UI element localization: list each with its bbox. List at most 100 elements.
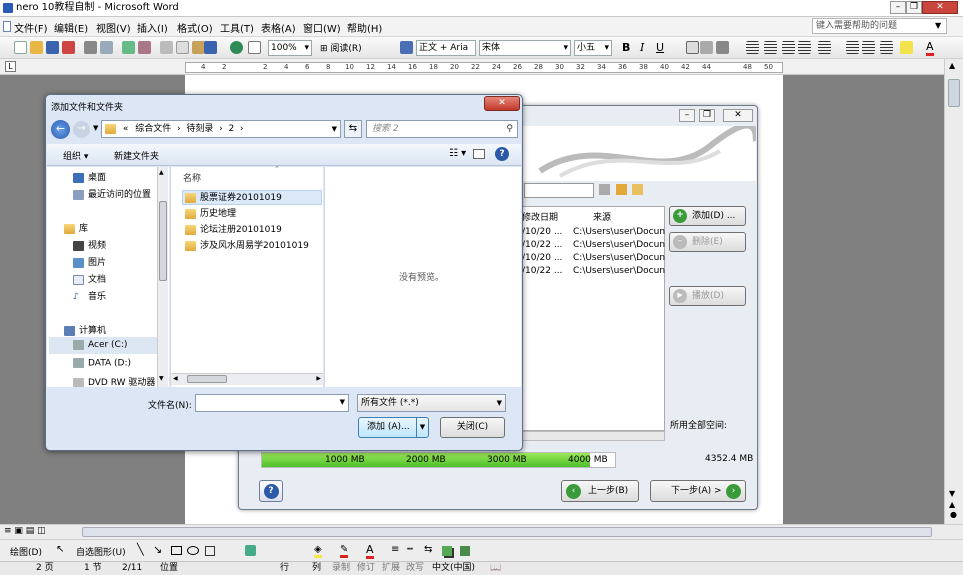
new-doc-icon[interactable] bbox=[14, 41, 27, 54]
hscroll-thumb[interactable] bbox=[187, 375, 227, 383]
research-icon[interactable] bbox=[138, 41, 151, 54]
textbox-icon[interactable] bbox=[205, 546, 215, 556]
nav-item-videos[interactable]: 视频 bbox=[73, 238, 106, 251]
close-dialog-button[interactable]: 关闭(C) bbox=[440, 417, 505, 438]
vertical-scrollbar[interactable]: ▲ ▼ ▲ ● bbox=[944, 59, 963, 524]
nav-item-music[interactable]: ♪ 音乐 bbox=[73, 289, 106, 302]
breadcrumb-separator-icon[interactable]: › bbox=[237, 124, 244, 134]
indent-icon[interactable] bbox=[880, 41, 893, 54]
list-item[interactable]: 历史地理 bbox=[185, 207, 236, 222]
menu-table[interactable]: 表格(A) bbox=[261, 20, 296, 35]
forward-icon[interactable]: → bbox=[73, 121, 90, 138]
nav-scroll-thumb[interactable] bbox=[159, 201, 167, 281]
hscroll-thumb[interactable] bbox=[82, 527, 932, 537]
style-select[interactable]: 正文 + Aria bbox=[416, 40, 476, 56]
minimize-button[interactable]: – bbox=[890, 1, 906, 14]
nero-add-button[interactable]: + 添加(D) ... bbox=[669, 206, 746, 226]
line-icon[interactable]: ╲ bbox=[137, 543, 144, 556]
align-right-icon[interactable] bbox=[782, 41, 795, 54]
save-icon[interactable] bbox=[46, 41, 59, 54]
tab-selector-icon[interactable]: L bbox=[5, 61, 16, 72]
line-style-icon[interactable]: ≡ bbox=[391, 544, 399, 555]
3d-icon[interactable] bbox=[460, 546, 470, 556]
back-icon[interactable]: ← bbox=[51, 120, 70, 139]
file-list-hscroll[interactable]: ◀ ▶ bbox=[171, 373, 323, 385]
scroll-thumb[interactable] bbox=[948, 79, 960, 107]
help-search-input[interactable]: 键入需要帮助的问题 bbox=[812, 18, 947, 34]
hscroll-left-icon[interactable]: ◀ bbox=[173, 375, 178, 382]
restore-button[interactable]: ❐ bbox=[906, 1, 922, 14]
fill-color-icon[interactable]: ◈ bbox=[314, 544, 322, 558]
browse-object-icon[interactable]: ● bbox=[950, 510, 957, 519]
status-ext[interactable]: 扩展 bbox=[382, 562, 400, 575]
bullets-icon[interactable] bbox=[862, 41, 875, 54]
help-dropdown-icon[interactable]: ▼ bbox=[935, 21, 941, 30]
arrow-style-icon[interactable]: ⇆ bbox=[424, 544, 432, 555]
styles-pane-icon[interactable] bbox=[400, 41, 413, 54]
open-icon[interactable] bbox=[30, 41, 43, 54]
nero-minimize-button[interactable]: – bbox=[679, 109, 695, 122]
zoom-select[interactable]: 100% ▾ bbox=[268, 40, 312, 56]
menu-help[interactable]: 帮助(H) bbox=[347, 20, 382, 35]
nero-folder-up-icon[interactable] bbox=[599, 184, 610, 195]
spelling-icon[interactable] bbox=[122, 41, 135, 54]
nav-item-libraries[interactable]: 库 bbox=[64, 221, 88, 234]
breadcrumb-separator-icon[interactable]: › bbox=[216, 124, 225, 134]
scroll-down-icon[interactable]: ▼ bbox=[949, 489, 955, 498]
char-scale-icon[interactable] bbox=[716, 41, 729, 54]
select-objects-icon[interactable]: ↖ bbox=[56, 544, 64, 555]
menu-view[interactable]: 视图(V) bbox=[96, 20, 131, 35]
horizontal-scrollbar[interactable]: ≡ ▣ ▤ ◫ bbox=[0, 524, 963, 539]
align-center-icon[interactable] bbox=[764, 41, 777, 54]
nero-back-button[interactable]: ‹ 上一步(B) bbox=[561, 480, 639, 502]
arrow-icon[interactable]: ↘ bbox=[153, 543, 162, 556]
align-left-icon[interactable] bbox=[746, 41, 759, 54]
status-trk[interactable]: 修订 bbox=[357, 562, 375, 575]
line-spacing-icon[interactable] bbox=[818, 41, 831, 54]
preview-pane-icon[interactable] bbox=[473, 149, 485, 159]
read-button[interactable]: ⊞ 阅读(R) bbox=[320, 41, 362, 54]
nero-close-button[interactable]: ✕ bbox=[723, 109, 753, 122]
filename-input[interactable]: ▼ bbox=[195, 394, 349, 412]
nero-play-button[interactable]: ▶ 播放(D) bbox=[669, 286, 746, 306]
menu-format[interactable]: 格式(O) bbox=[177, 20, 213, 35]
add-button[interactable]: 添加 (A)... ▼ bbox=[358, 417, 429, 438]
col-source-header[interactable]: 来源 bbox=[593, 210, 611, 223]
wordart-icon[interactable] bbox=[245, 545, 256, 556]
breadcrumb-item[interactable]: 待刻录 bbox=[186, 124, 213, 134]
nav-scrollbar[interactable]: ▲ ▼ bbox=[157, 167, 168, 387]
nav-scroll-up-icon[interactable]: ▲ bbox=[159, 169, 164, 176]
help-icon[interactable]: ? bbox=[495, 147, 509, 161]
nav-item-computer[interactable]: 计算机 bbox=[64, 323, 106, 336]
nav-item-dvd[interactable]: DVD RW 驱动器 bbox=[73, 375, 155, 387]
char-border-icon[interactable] bbox=[686, 41, 699, 54]
cut-icon[interactable] bbox=[160, 41, 173, 54]
nero-hscroll[interactable] bbox=[519, 431, 665, 441]
menu-edit[interactable]: 编辑(E) bbox=[54, 20, 88, 35]
search-input[interactable]: 搜索 2 ⚲ bbox=[366, 120, 518, 138]
spelling-status-icon[interactable]: 📖 bbox=[490, 562, 501, 575]
line-color-icon[interactable]: ✎ bbox=[340, 544, 349, 558]
filename-chevron-down-icon[interactable]: ▼ bbox=[340, 398, 345, 406]
menu-insert[interactable]: 插入(I) bbox=[137, 20, 168, 35]
size-select[interactable]: 小五 ▾ bbox=[574, 40, 612, 56]
highlight-icon[interactable] bbox=[900, 41, 913, 54]
justify-icon[interactable] bbox=[798, 41, 811, 54]
nav-item-recent[interactable]: 最近访问的位置 bbox=[73, 187, 151, 200]
list-item[interactable]: 股票证券20101019 bbox=[182, 190, 322, 205]
font-color-button[interactable]: A bbox=[926, 40, 934, 56]
new-folder-button[interactable]: 新建文件夹 bbox=[114, 149, 159, 162]
underline-button[interactable]: U bbox=[656, 41, 664, 54]
print-icon[interactable] bbox=[84, 41, 97, 54]
rectangle-icon[interactable] bbox=[171, 546, 182, 555]
nav-item-drive-c[interactable]: Acer (C:) bbox=[49, 337, 157, 354]
nav-scroll-down-icon[interactable]: ▼ bbox=[159, 375, 164, 382]
nero-new-folder-icon[interactable] bbox=[616, 184, 627, 195]
nero-delete-button[interactable]: – 删除(E) bbox=[669, 232, 746, 252]
status-rec[interactable]: 录制 bbox=[332, 562, 350, 575]
dash-style-icon[interactable]: ┅ bbox=[407, 544, 413, 555]
nav-item-desktop[interactable]: 桌面 bbox=[73, 170, 106, 183]
nav-item-documents[interactable]: 文档 bbox=[73, 272, 106, 285]
nav-item-drive-d[interactable]: DATA (D:) bbox=[73, 358, 131, 369]
table-row[interactable]: /10/20 ... C:\Users\user\Docun bbox=[522, 227, 665, 237]
